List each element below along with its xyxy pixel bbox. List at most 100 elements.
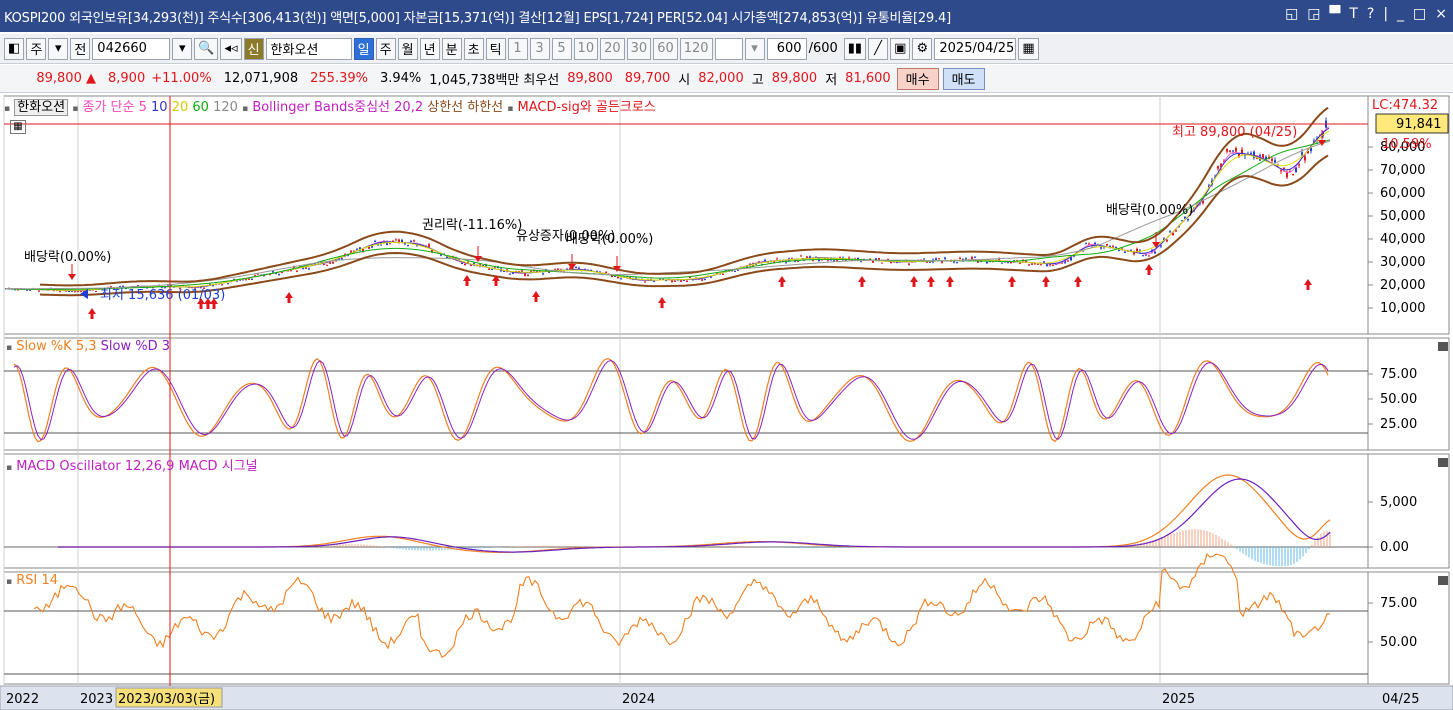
window-controls: ◱ ◲ ▀ T ? | _ □ × [1285,6,1447,22]
high-label: 고 [751,73,764,88]
legend-rsi[interactable]: RSI 14 [16,573,58,588]
period-tab-minute[interactable]: 분 [441,37,462,60]
legend-macd-osc[interactable]: MACD Oscillator 12,26,9 [16,459,174,474]
period-tab-tick[interactable]: 틱 [485,37,506,60]
count-input[interactable]: 600 [766,37,807,60]
trend-tool-icon[interactable]: ╱ [868,37,889,60]
candle-body [557,268,559,270]
candle-body [878,258,880,260]
stock-chart-area[interactable]: 최고 89,800 (04/25)최저 15,636 (01/03)배당락(0.… [0,94,1453,710]
code-dropdown-icon[interactable]: ▾ [172,37,193,60]
period-tab-week[interactable]: 주 [375,37,396,60]
interval-120[interactable]: 120 [679,37,713,60]
candle-body [875,258,877,260]
interval-1[interactable]: 1 [507,37,528,60]
candle-body [1085,243,1087,245]
period-tab-day[interactable]: 일 [353,37,374,60]
legend-slow-k[interactable]: Slow %K 5,3 [16,339,96,354]
candle-body [374,241,376,243]
window-titlebar: KOSPI200 외국인보유[34,293(천)] 주식수[306,413(천)… [0,0,1453,32]
candle-body [38,290,40,292]
settings-gear-icon[interactable]: ⚙ [912,37,933,60]
open-label: 시 [678,73,691,88]
interval-10[interactable]: 10 [573,37,599,60]
legend-macd-signal[interactable]: MACD-sig와 골든크로스 [518,100,656,115]
calendar-icon[interactable]: ▦ [1018,37,1039,60]
y-axis-frame [1367,571,1450,685]
chart-menu-icon[interactable]: ◧ [4,37,25,60]
interval-60[interactable]: 60 [653,37,678,60]
mode-select[interactable]: 주 [26,37,47,60]
candle-body [1241,149,1243,154]
open-price: 82,000 [698,71,744,86]
candle-body [881,262,883,264]
candle-body [959,258,961,260]
candle-body [509,273,511,275]
interval-20[interactable]: 20 [600,37,625,60]
candle-body [578,267,580,269]
legend-bollinger[interactable]: Bollinger Bands중심선 20,2 [252,100,423,115]
interval-30[interactable]: 30 [626,37,652,60]
pin-icon[interactable]: ▀ [1330,6,1341,22]
close-icon[interactable]: × [1435,6,1447,22]
low-label: 저 [825,73,838,88]
legend-ma120[interactable]: 120 [213,100,238,115]
y-tick-label: 50.00 [1380,635,1417,650]
maximize-icon[interactable]: □ [1413,6,1426,22]
period-tab-month[interactable]: 월 [397,37,418,60]
candle-body [26,289,28,291]
prev-button[interactable]: 전 [70,37,91,60]
candle-body [935,258,937,260]
legend-ma60[interactable]: 60 [192,100,209,115]
x-tick-label: 2025 [1162,692,1195,707]
turnover-rate: 3.94% [379,71,422,86]
legend-stock-name[interactable]: 한화오션 [14,99,69,116]
candle-body [1169,231,1171,233]
legend-upper-band[interactable]: 상한선 [427,100,463,115]
date-input[interactable]: 2025/04/25 [934,37,1017,60]
buy-button[interactable]: 매수 [896,67,939,90]
help-icon[interactable]: ? [1367,6,1374,22]
stock-name-field[interactable]: 한화오션 [265,37,352,60]
interval-custom-input[interactable] [714,37,743,60]
period-tab-second[interactable]: 초 [463,37,484,60]
legend-ma10[interactable]: 10 [151,100,168,115]
period-tab-year[interactable]: 년 [419,37,440,60]
legend-macd-signal-line[interactable]: 시그널 [222,459,258,474]
x-tick-label: 2024 [622,692,655,707]
search-icon[interactable]: 🔍 [194,37,219,60]
legend-ma20[interactable]: 20 [172,100,189,115]
minimize-icon[interactable]: _ [1397,6,1404,22]
candle-body [1172,232,1174,236]
candle-body [398,239,400,242]
stock-code-input[interactable]: 042660 [92,37,171,60]
legend-macd[interactable]: MACD [179,459,218,474]
sell-button[interactable]: 매도 [942,67,985,90]
lc-label: LC:474.32 [1372,98,1438,113]
candle-body [1274,160,1276,163]
candle-body [1112,246,1114,248]
save-icon[interactable]: ▣ [890,37,911,60]
candle-body [1148,255,1150,257]
interval-3[interactable]: 3 [529,37,550,60]
grid-toggle-icon[interactable]: ▦ [10,120,26,134]
candle-body [80,291,82,293]
candle-body [542,273,544,275]
legend-ma5[interactable]: 5 [139,100,147,115]
chart-type-icon[interactable]: ▮▮ [843,37,867,60]
legend-slow-d[interactable]: Slow %D 3 [101,339,170,354]
interval-5[interactable]: 5 [551,37,572,60]
candle-body [488,268,490,270]
sound-icon[interactable]: ◂◃ [220,37,242,60]
interval-dropdown-icon[interactable]: ▾ [744,37,765,60]
current-price-tag: 91,841 [1396,117,1442,132]
restore-layout-icon[interactable]: ◲ [1307,6,1320,22]
mode-dropdown-icon[interactable]: ▾ [48,37,69,60]
legend-ma-label[interactable]: 종가 단순 [82,100,134,115]
font-size-icon[interactable]: T [1349,6,1358,22]
candle-body [281,272,283,274]
layout-icon[interactable]: ◱ [1285,6,1298,22]
volume-ratio: 255.39% [310,71,368,86]
legend-lower-band[interactable]: 하한선 [467,100,503,115]
candle-body [848,257,850,259]
